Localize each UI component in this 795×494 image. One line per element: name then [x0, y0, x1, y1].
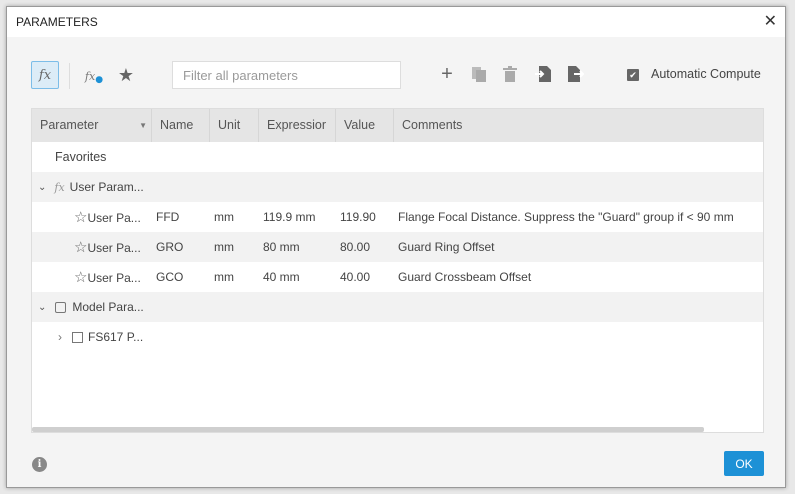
comment-cell[interactable]: Guard Crossbeam Offset [394, 270, 763, 284]
favorites-row[interactable]: Favorites [32, 142, 763, 172]
component-label: FS617 P... [88, 330, 144, 344]
table-row[interactable]: ☆User Pa... GRO mm 80 mm 80.00 Guard Rin… [32, 232, 763, 262]
favorite-star-icon[interactable]: ☆ [74, 268, 87, 286]
filter-input[interactable] [172, 61, 401, 89]
export-icon[interactable] [567, 65, 584, 83]
add-parameter-icon[interactable]: + [437, 63, 457, 85]
user-fx-icon: fx [84, 69, 96, 83]
import-icon[interactable] [535, 65, 552, 83]
column-parameter[interactable]: Parameter ▼ [32, 109, 152, 142]
all-parameters-fx-button[interactable]: fx [31, 61, 59, 89]
param-cell: User Pa... [87, 271, 141, 285]
comment-cell[interactable]: Guard Ring Offset [394, 240, 763, 254]
copy-icon[interactable] [471, 66, 487, 83]
param-cell: User Pa... [87, 211, 141, 225]
name-cell: FFD [156, 210, 180, 224]
info-icon[interactable]: i [32, 457, 47, 472]
chevron-down-icon[interactable]: ⌄ [32, 302, 46, 313]
name-cell: GRO [156, 240, 184, 254]
delete-trash-icon[interactable] [503, 66, 517, 83]
value-cell: 119.90 [340, 210, 376, 224]
ok-button[interactable]: OK [724, 451, 764, 476]
table-row[interactable]: ☆User Pa... GCO mm 40 mm 40.00 Guard Cro… [32, 262, 763, 292]
fx-icon: fx [54, 180, 65, 194]
column-unit[interactable]: Unit [210, 109, 259, 142]
expression-cell[interactable]: 119.9 mm [259, 210, 336, 224]
value-cell: 80.00 [340, 240, 371, 254]
favorite-star-icon[interactable]: ☆ [74, 238, 87, 256]
expression-cell[interactable]: 80 mm [259, 240, 336, 254]
unit-cell: mm [214, 240, 234, 254]
chevron-down-icon[interactable]: ⌄ [32, 182, 46, 193]
column-comments[interactable]: Comments [394, 109, 763, 142]
column-name[interactable]: Name [152, 109, 210, 142]
sort-dropdown-icon[interactable]: ▼ [139, 109, 147, 142]
automatic-compute-label: Automatic Compute [651, 67, 761, 81]
group-label: Model Para... [72, 300, 144, 314]
value-cell: 40.00 [340, 270, 371, 284]
favorites-label: Favorites [55, 150, 107, 164]
user-parameters-group[interactable]: ⌄ fx User Param... [32, 172, 763, 202]
model-parameters-group[interactable]: ⌄ Model Para... [32, 292, 763, 322]
body-cube-icon [55, 301, 67, 313]
table-row[interactable]: ☆User Pa... FFD mm 119.9 mm 119.90 Flang… [32, 202, 763, 232]
horizontal-scrollbar[interactable] [32, 427, 704, 432]
close-icon[interactable]: ✕ [764, 11, 777, 31]
favorites-star-icon[interactable]: ★ [115, 64, 137, 86]
toolbar-divider [69, 63, 70, 89]
param-cell: User Pa... [87, 241, 141, 255]
dialog-title: PARAMETERS [16, 15, 98, 29]
parameters-dialog: PARAMETERS ✕ fx fx● ★ + ✔ Automatic Comp… [6, 6, 786, 488]
group-label: User Param... [69, 180, 144, 194]
parameters-table: Parameter ▼ Name Unit Expressior Value Co… [31, 108, 764, 433]
model-child-row[interactable]: › FS617 P... [32, 322, 763, 352]
unit-cell: mm [214, 270, 234, 284]
chevron-right-icon[interactable]: › [32, 330, 62, 344]
component-icon [72, 331, 83, 343]
table-header: Parameter ▼ Name Unit Expressior Value Co… [32, 109, 763, 142]
expression-cell[interactable]: 40 mm [259, 270, 336, 284]
column-value[interactable]: Value [336, 109, 394, 142]
favorite-star-icon[interactable]: ☆ [74, 208, 87, 226]
comment-cell[interactable]: Flange Focal Distance. Suppress the "Gua… [394, 210, 763, 224]
name-cell: GCO [156, 270, 184, 284]
title-bar: PARAMETERS ✕ [7, 7, 785, 37]
unit-cell: mm [214, 210, 234, 224]
user-icon: ● [95, 75, 104, 85]
user-parameters-button[interactable]: fx ● [83, 65, 105, 87]
column-expression[interactable]: Expressior [259, 109, 336, 142]
automatic-compute-checkbox[interactable]: ✔ [627, 69, 639, 81]
